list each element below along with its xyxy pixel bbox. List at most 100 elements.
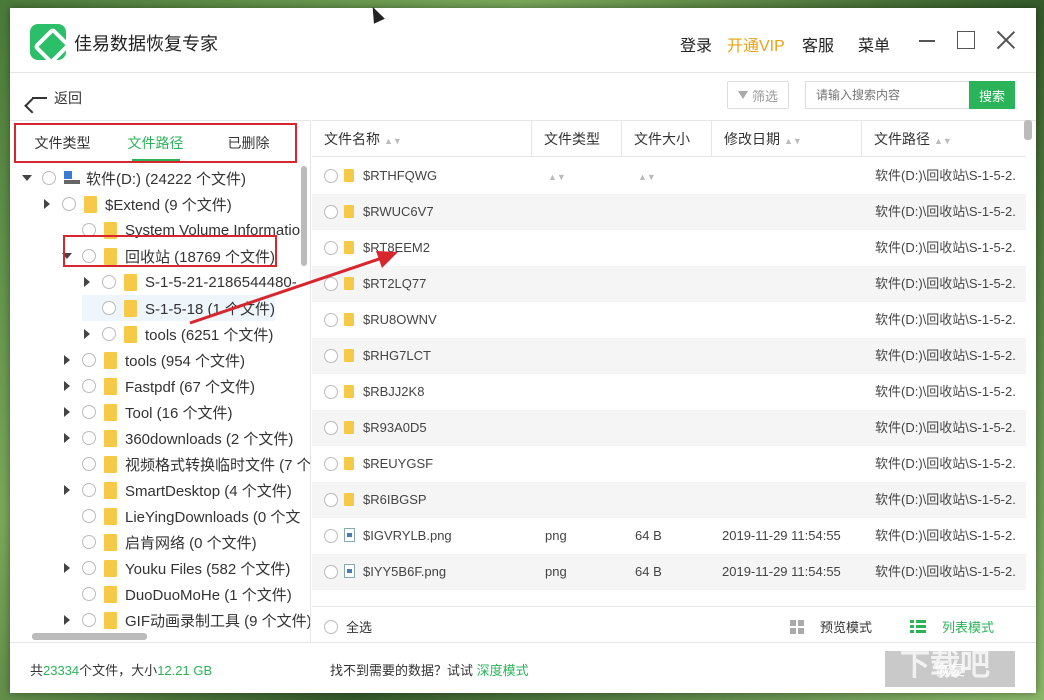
tree-item-radio[interactable]	[82, 431, 96, 445]
select-all-checkbox[interactable]: 全选	[324, 617, 372, 636]
list-mode-button[interactable]: 列表模式	[910, 617, 994, 636]
tree-item[interactable]: LieYingDownloads (0 个文	[62, 503, 300, 529]
service-link[interactable]: 客服	[802, 32, 834, 56]
recover-button[interactable]: 恢复	[885, 651, 1015, 687]
table-row[interactable]: $R93A0D5 软件(D:)\回收站\S-1-5-2.	[312, 410, 1026, 446]
expand-arrow-icon[interactable]	[82, 329, 92, 339]
tab-file-type[interactable]: 文件类型	[16, 125, 109, 161]
table-vertical-scrollbar[interactable]	[1024, 120, 1032, 140]
table-row[interactable]: $RU8OWNV 软件(D:)\回收站\S-1-5-2.	[312, 302, 1026, 338]
minimize-icon[interactable]	[915, 28, 939, 52]
tree-item[interactable]: Fastpdf (67 个文件)	[62, 373, 255, 399]
filter-button[interactable]: 筛选	[727, 81, 789, 109]
row-radio[interactable]	[324, 205, 338, 219]
tree-item[interactable]: 回收站 (18769 个文件)	[62, 243, 275, 269]
collapse-arrow-icon[interactable]	[22, 173, 32, 183]
tree-item[interactable]: 360downloads (2 个文件)	[62, 425, 293, 451]
tree-vertical-scrollbar[interactable]	[301, 166, 307, 266]
tree-item-radio[interactable]	[82, 509, 96, 523]
tree-item-radio[interactable]	[82, 353, 96, 367]
tree-item[interactable]: $Extend (9 个文件)	[42, 191, 232, 217]
tree-item-radio[interactable]	[82, 223, 96, 237]
row-radio[interactable]	[324, 169, 338, 183]
tree-item-radio[interactable]	[82, 405, 96, 419]
tree-item-radio[interactable]	[102, 275, 116, 289]
row-radio[interactable]	[324, 277, 338, 291]
tree-item-radio[interactable]	[42, 171, 56, 185]
tree-item[interactable]: System Volume Informatio	[62, 217, 300, 243]
tree-item-radio[interactable]	[82, 535, 96, 549]
expand-arrow-icon[interactable]	[62, 355, 72, 365]
tree-item-radio[interactable]	[82, 587, 96, 601]
tree-item-radio[interactable]	[102, 301, 116, 315]
tree-item[interactable]: GIF动画录制工具 (9 个文件)	[62, 607, 310, 633]
menu-link[interactable]: 菜单	[858, 32, 890, 56]
table-row[interactable]: $REUYGSF 软件(D:)\回收站\S-1-5-2.	[312, 446, 1026, 482]
expand-arrow-icon[interactable]	[62, 485, 72, 495]
column-header-name[interactable]: 文件名称 ▲▼	[312, 121, 532, 157]
tree-item-radio[interactable]	[102, 327, 116, 341]
table-row[interactable]: $RHG7LCT 软件(D:)\回收站\S-1-5-2.	[312, 338, 1026, 374]
row-radio[interactable]	[324, 349, 338, 363]
vip-link[interactable]: 开通VIP	[727, 32, 785, 56]
tree-horizontal-scrollbar[interactable]	[32, 633, 147, 640]
row-radio[interactable]	[324, 493, 338, 507]
table-row[interactable]: $IYY5B6F.png png 64 B 2019-11-29 11:54:55 软件…	[312, 554, 1026, 590]
tree-item[interactable]: Youku Files (582 个文件)	[62, 555, 290, 581]
login-link[interactable]: 登录	[680, 32, 712, 56]
expand-arrow-icon[interactable]	[42, 199, 52, 209]
column-header-path[interactable]: 文件路径 ▲▼	[862, 121, 1026, 157]
tree-item[interactable]: S-1-5-21-2186544480-	[82, 269, 297, 295]
tree-item-radio[interactable]	[62, 197, 76, 211]
deep-mode-link[interactable]: 深度模式	[477, 663, 529, 678]
expand-arrow-icon[interactable]	[62, 407, 72, 417]
row-radio[interactable]	[324, 565, 338, 579]
expand-arrow-icon[interactable]	[62, 381, 72, 391]
tree-item-radio[interactable]	[82, 613, 96, 627]
table-row[interactable]: $RTHFQWG 软件(D:)\回收站\S-1-5-2.	[312, 158, 1026, 194]
tree-item-radio[interactable]	[82, 457, 96, 471]
maximize-icon[interactable]	[954, 28, 978, 52]
search-button[interactable]: 搜索	[969, 81, 1015, 109]
row-radio[interactable]	[324, 529, 338, 543]
tree-item[interactable]: 启肯网络 (0 个文件)	[62, 529, 257, 555]
tree-item[interactable]: 软件(D:) (24222 个文件)	[22, 165, 246, 191]
tree-item[interactable]: DuoDuoMoHe (1 个文件)	[62, 581, 292, 607]
tree-item[interactable]: Tool (16 个文件)	[62, 399, 233, 425]
tree-item-radio[interactable]	[82, 483, 96, 497]
tree-item-radio[interactable]	[82, 249, 96, 263]
column-header-date[interactable]: 修改日期 ▲▼	[712, 121, 862, 157]
table-row[interactable]: $R6IBGSP 软件(D:)\回收站\S-1-5-2.	[312, 482, 1026, 518]
tab-file-path[interactable]: 文件路径	[109, 125, 202, 161]
tree-item-radio[interactable]	[82, 379, 96, 393]
expand-arrow-icon[interactable]	[62, 563, 72, 573]
preview-mode-button[interactable]: 预览模式	[790, 617, 872, 636]
tree-item[interactable]: tools (954 个文件)	[62, 347, 245, 373]
tab-deleted[interactable]: 已删除	[202, 125, 295, 161]
row-radio[interactable]	[324, 457, 338, 471]
tree-item-radio[interactable]	[82, 561, 96, 575]
row-radio[interactable]	[324, 313, 338, 327]
expand-arrow-icon[interactable]	[82, 277, 92, 287]
tree-item[interactable]: SmartDesktop (4 个文件)	[62, 477, 292, 503]
select-all-radio[interactable]	[324, 619, 338, 634]
search-input[interactable]	[805, 81, 969, 109]
column-header-type[interactable]: 文件类型▲▼	[532, 121, 622, 182]
back-button[interactable]: 返回	[30, 86, 82, 110]
table-row[interactable]: $IGVRYLB.png png 64 B 2019-11-29 11:54:55 软件…	[312, 518, 1026, 554]
table-row[interactable]: $RBJJ2K8 软件(D:)\回收站\S-1-5-2.	[312, 374, 1026, 410]
table-row[interactable]: $RT8EEM2 软件(D:)\回收站\S-1-5-2.	[312, 230, 1026, 266]
tree-item[interactable]: tools (6251 个文件)	[82, 321, 273, 347]
table-row[interactable]: $RT2LQ77 软件(D:)\回收站\S-1-5-2.	[312, 266, 1026, 302]
table-row[interactable]: $RWUC6V7 软件(D:)\回收站\S-1-5-2.	[312, 194, 1026, 230]
row-radio[interactable]	[324, 421, 338, 435]
row-radio[interactable]	[324, 385, 338, 399]
collapse-arrow-icon[interactable]	[62, 251, 72, 261]
row-radio[interactable]	[324, 241, 338, 255]
expand-arrow-icon[interactable]	[62, 433, 72, 443]
close-icon[interactable]	[994, 28, 1018, 52]
tree-item[interactable]: S-1-5-18 (1 个文件)	[82, 295, 276, 321]
column-header-size[interactable]: 文件大小▲▼	[622, 121, 712, 182]
expand-arrow-icon[interactable]	[62, 615, 72, 625]
tree-item[interactable]: 视频格式转换临时文件 (7 个	[62, 451, 310, 477]
